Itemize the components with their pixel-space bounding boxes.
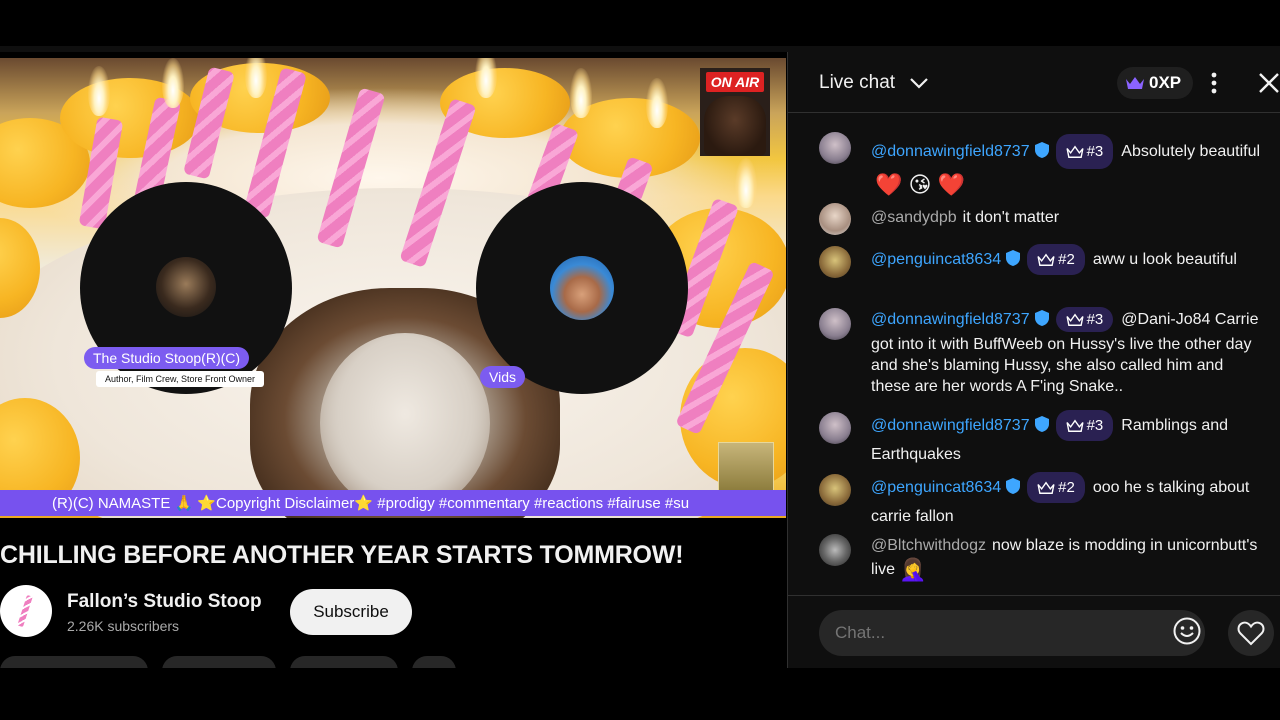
message-author[interactable]: @Bltchwithdogz [871, 537, 986, 554]
channel-name[interactable]: Fallon’s Studio Stoop [67, 591, 262, 613]
top-bar [0, 0, 1280, 46]
user-avatar[interactable] [819, 474, 851, 506]
verified-shield-icon [1006, 250, 1021, 266]
ticker-text: (R)(C) NAMASTE 🙏 ⭐Copyright Disclaimer⭐ … [52, 495, 690, 512]
on-air-overlay: ON AIR [700, 68, 770, 156]
user-avatar[interactable] [819, 308, 851, 340]
user-avatar[interactable] [819, 246, 851, 278]
rank-badge: #3 [1055, 307, 1114, 332]
rank-badge: #2 [1027, 472, 1085, 503]
subscriber-count: 2.26K subscribers [67, 618, 180, 634]
ticker-bar: (R)(C) NAMASTE 🙏 ⭐Copyright Disclaimer⭐ … [0, 490, 786, 516]
message-text: Absolutely beautiful [1121, 143, 1261, 160]
chat-title[interactable]: Live chat [819, 72, 895, 94]
user-avatar[interactable] [819, 412, 851, 444]
chevron-down-icon[interactable] [909, 76, 929, 90]
emoji-icon[interactable] [1172, 616, 1202, 646]
message-author[interactable]: @donnawingfield8737 [871, 311, 1030, 328]
message-emojis: ❤️ 😘 ❤️ [875, 172, 965, 197]
chat-messages[interactable]: @donnawingfield8737 #3 Absolutely beautifu… [788, 114, 1280, 594]
rank-text: #3 [1086, 143, 1104, 160]
dog-image [704, 96, 766, 156]
message-text: it don't matter [962, 209, 1060, 226]
crown-icon [1066, 419, 1084, 432]
message-author[interactable]: @penguincat8634 [871, 479, 1001, 496]
participant-avatar [156, 257, 216, 317]
user-avatar[interactable] [819, 534, 851, 566]
rank-text: #3 [1086, 417, 1104, 434]
heart-icon [1237, 621, 1265, 646]
portrait-face [320, 333, 490, 513]
xp-value: 0XP [1149, 73, 1182, 92]
flame [162, 58, 184, 108]
flame [735, 158, 757, 208]
verified-shield-icon [1006, 478, 1021, 494]
rank-badge: #2 [1027, 244, 1085, 275]
xp-badge[interactable]: 0XP [1117, 67, 1194, 99]
participant-subtitle: Author, Film Crew, Store Front Owner [96, 371, 265, 387]
flame [245, 58, 267, 98]
video-player[interactable]: The Studio Stoop(R)(C) Author, Film Crew… [0, 58, 786, 518]
verified-shield-icon [1034, 142, 1049, 158]
message-author[interactable]: @donnawingfield8737 [871, 143, 1030, 160]
candle-logo-icon [17, 594, 33, 628]
rank-text: #2 [1058, 479, 1075, 496]
rank-badge: #3 [1055, 410, 1114, 441]
message-author[interactable]: @sandydpb [871, 209, 957, 226]
verified-shield-icon [1034, 310, 1049, 326]
rank-text: #2 [1058, 251, 1075, 268]
user-avatar[interactable] [819, 203, 851, 235]
user-avatar[interactable] [819, 132, 851, 164]
video-title: CHILLING BEFORE ANOTHER YEAR STARTS TOMM… [0, 541, 684, 569]
flame [475, 58, 497, 98]
chat-footer [788, 595, 1280, 668]
flame [646, 78, 668, 128]
crown-icon [1066, 145, 1084, 158]
channel-avatar[interactable] [0, 585, 52, 637]
close-icon[interactable] [1258, 72, 1280, 94]
heart-button[interactable] [1228, 610, 1274, 656]
rank-text: #3 [1086, 311, 1104, 328]
flame [88, 66, 110, 116]
crown-icon [1066, 313, 1084, 326]
crown-icon [1037, 481, 1055, 494]
flame [570, 68, 592, 118]
participant-name-tag: The Studio Stoop(R)(C) [84, 347, 250, 369]
participant-name-tag: Vids [480, 366, 525, 388]
bottom-band [0, 668, 1280, 720]
subscribe-button[interactable]: Subscribe [290, 589, 412, 635]
message-text: aww u look beautiful [1092, 251, 1237, 268]
crown-icon [1126, 77, 1144, 89]
chat-input[interactable] [819, 610, 1205, 656]
rank-badge: #3 [1055, 134, 1114, 169]
verified-shield-icon [1034, 416, 1049, 432]
more-vert-icon[interactable] [1209, 72, 1219, 94]
overlay-thumbnail [718, 442, 774, 494]
message-emojis: 🤦‍♀️ [899, 557, 927, 582]
participant-avatar [550, 256, 614, 320]
chat-header: Live chat 0XP [788, 52, 1280, 113]
message-author[interactable]: @penguincat8634 [871, 251, 1001, 268]
crown-icon [1037, 253, 1055, 266]
on-air-label: ON AIR [706, 72, 764, 92]
message-author[interactable]: @donnawingfield8737 [871, 417, 1030, 434]
live-chat-panel: Live chat 0XP @donnawingfield8737 #3 Absol… [787, 52, 1280, 668]
